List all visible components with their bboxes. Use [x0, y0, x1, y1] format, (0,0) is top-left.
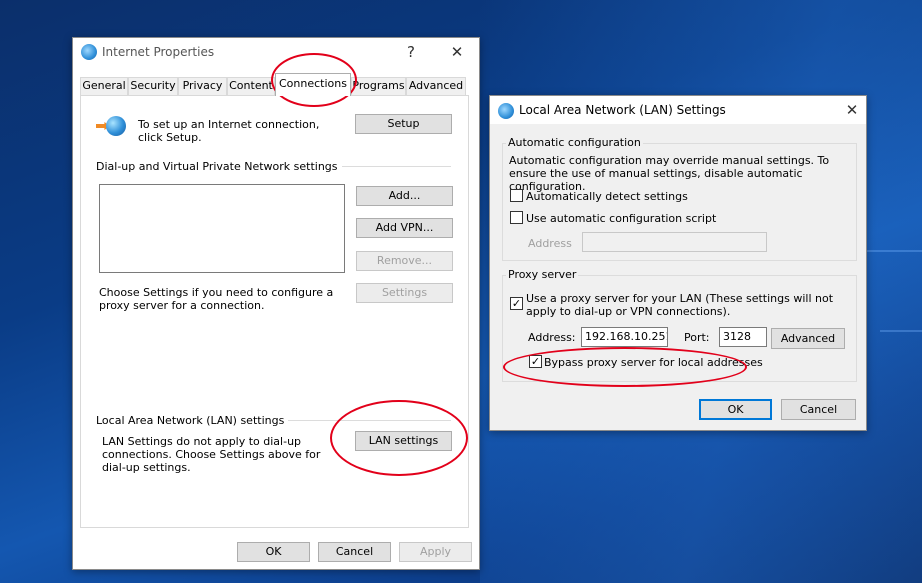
close-icon[interactable]: ✕: [842, 100, 862, 120]
checkmark-icon: ✓: [511, 297, 522, 310]
lan-section-header: Local Area Network (LAN) settings: [96, 414, 289, 427]
lan-settings-icon: [498, 103, 514, 119]
settings-button[interactable]: Settings: [356, 283, 453, 303]
add-button[interactable]: Add...: [356, 186, 453, 206]
remove-button[interactable]: Remove...: [356, 251, 453, 271]
tab-content[interactable]: Content: [227, 77, 275, 95]
auto-config-description: Automatic configuration may override man…: [509, 154, 830, 193]
bypass-local-checkbox[interactable]: ✓: [529, 355, 542, 368]
lan-info-text: LAN Settings do not apply to dial-up con…: [102, 435, 321, 474]
dialup-section-header: Dial-up and Virtual Private Network sett…: [96, 160, 342, 173]
proxy-address-label: Address:: [528, 331, 576, 344]
advanced-button[interactable]: Advanced: [771, 328, 845, 349]
auto-detect-checkbox[interactable]: [510, 189, 523, 202]
choose-settings-text: Choose Settings if you need to configure…: [99, 286, 334, 312]
window-title: Internet Properties: [102, 45, 215, 59]
setup-button[interactable]: Setup: [355, 114, 452, 134]
lan-dialog-title: Local Area Network (LAN) Settings: [519, 103, 726, 117]
internet-globe-icon: [81, 44, 97, 60]
use-proxy-label[interactable]: Use a proxy server for your LAN (These s…: [526, 292, 848, 318]
ok-button[interactable]: OK: [237, 542, 310, 562]
tab-privacy[interactable]: Privacy: [178, 77, 227, 95]
tab-security[interactable]: Security: [128, 77, 178, 95]
auto-detect-label[interactable]: Automatically detect settings: [526, 190, 688, 203]
proxy-address-input[interactable]: 192.168.10.251: [581, 327, 668, 347]
lan-settings-titlebar[interactable]: Local Area Network (LAN) Settings ✕: [490, 96, 866, 124]
auto-script-address-input[interactable]: [582, 232, 767, 252]
help-icon[interactable]: ?: [401, 42, 421, 62]
checkmark-icon: ✓: [530, 355, 541, 368]
proxy-server-header: Proxy server: [506, 268, 579, 281]
apply-button[interactable]: Apply: [399, 542, 472, 562]
connection-wizard-icon: [96, 114, 128, 140]
tab-advanced[interactable]: Advanced: [406, 77, 466, 95]
cancel-button[interactable]: Cancel: [318, 542, 391, 562]
lan-cancel-button[interactable]: Cancel: [781, 399, 856, 420]
automatic-configuration-header: Automatic configuration: [506, 136, 643, 149]
desktop-light-streak: [880, 330, 922, 332]
connections-list[interactable]: [99, 184, 345, 273]
auto-script-address-label: Address: [528, 237, 572, 250]
port-input[interactable]: 3128: [719, 327, 767, 347]
bypass-local-label[interactable]: Bypass proxy server for local addresses: [544, 356, 763, 369]
auto-script-checkbox[interactable]: [510, 211, 523, 224]
tab-general[interactable]: General: [80, 77, 128, 95]
lan-ok-button[interactable]: OK: [699, 399, 772, 420]
desktop-light-streak: [865, 250, 922, 252]
internet-properties-titlebar[interactable]: Internet Properties ? ✕: [73, 38, 479, 66]
auto-script-label[interactable]: Use automatic configuration script: [526, 212, 716, 225]
port-label: Port:: [684, 331, 710, 344]
tab-connections[interactable]: Connections: [275, 73, 351, 96]
lan-settings-button[interactable]: LAN settings: [355, 431, 452, 451]
setup-instruction-text: To set up an Internet connection, click …: [138, 118, 320, 144]
add-vpn-button[interactable]: Add VPN...: [356, 218, 453, 238]
use-proxy-checkbox[interactable]: ✓: [510, 297, 523, 310]
tab-programs[interactable]: Programs: [351, 77, 406, 95]
close-icon[interactable]: ✕: [447, 42, 467, 62]
